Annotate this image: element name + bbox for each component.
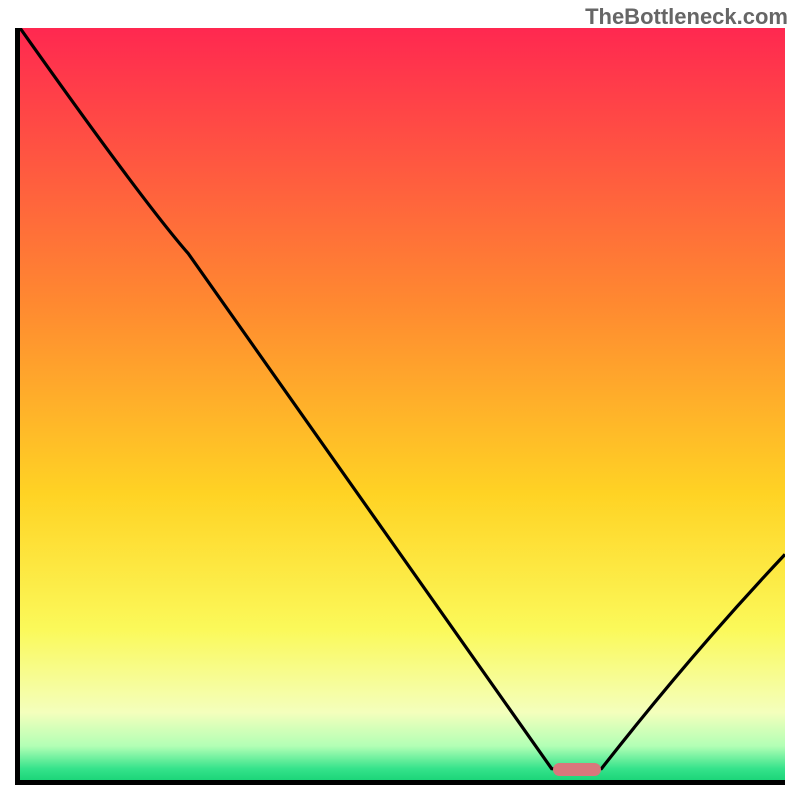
chart-container: TheBottleneck.com xyxy=(0,0,800,800)
optimum-marker xyxy=(553,763,601,776)
watermark-label: TheBottleneck.com xyxy=(585,4,788,30)
gradient-background xyxy=(20,28,785,780)
bottleneck-chart xyxy=(20,28,785,780)
